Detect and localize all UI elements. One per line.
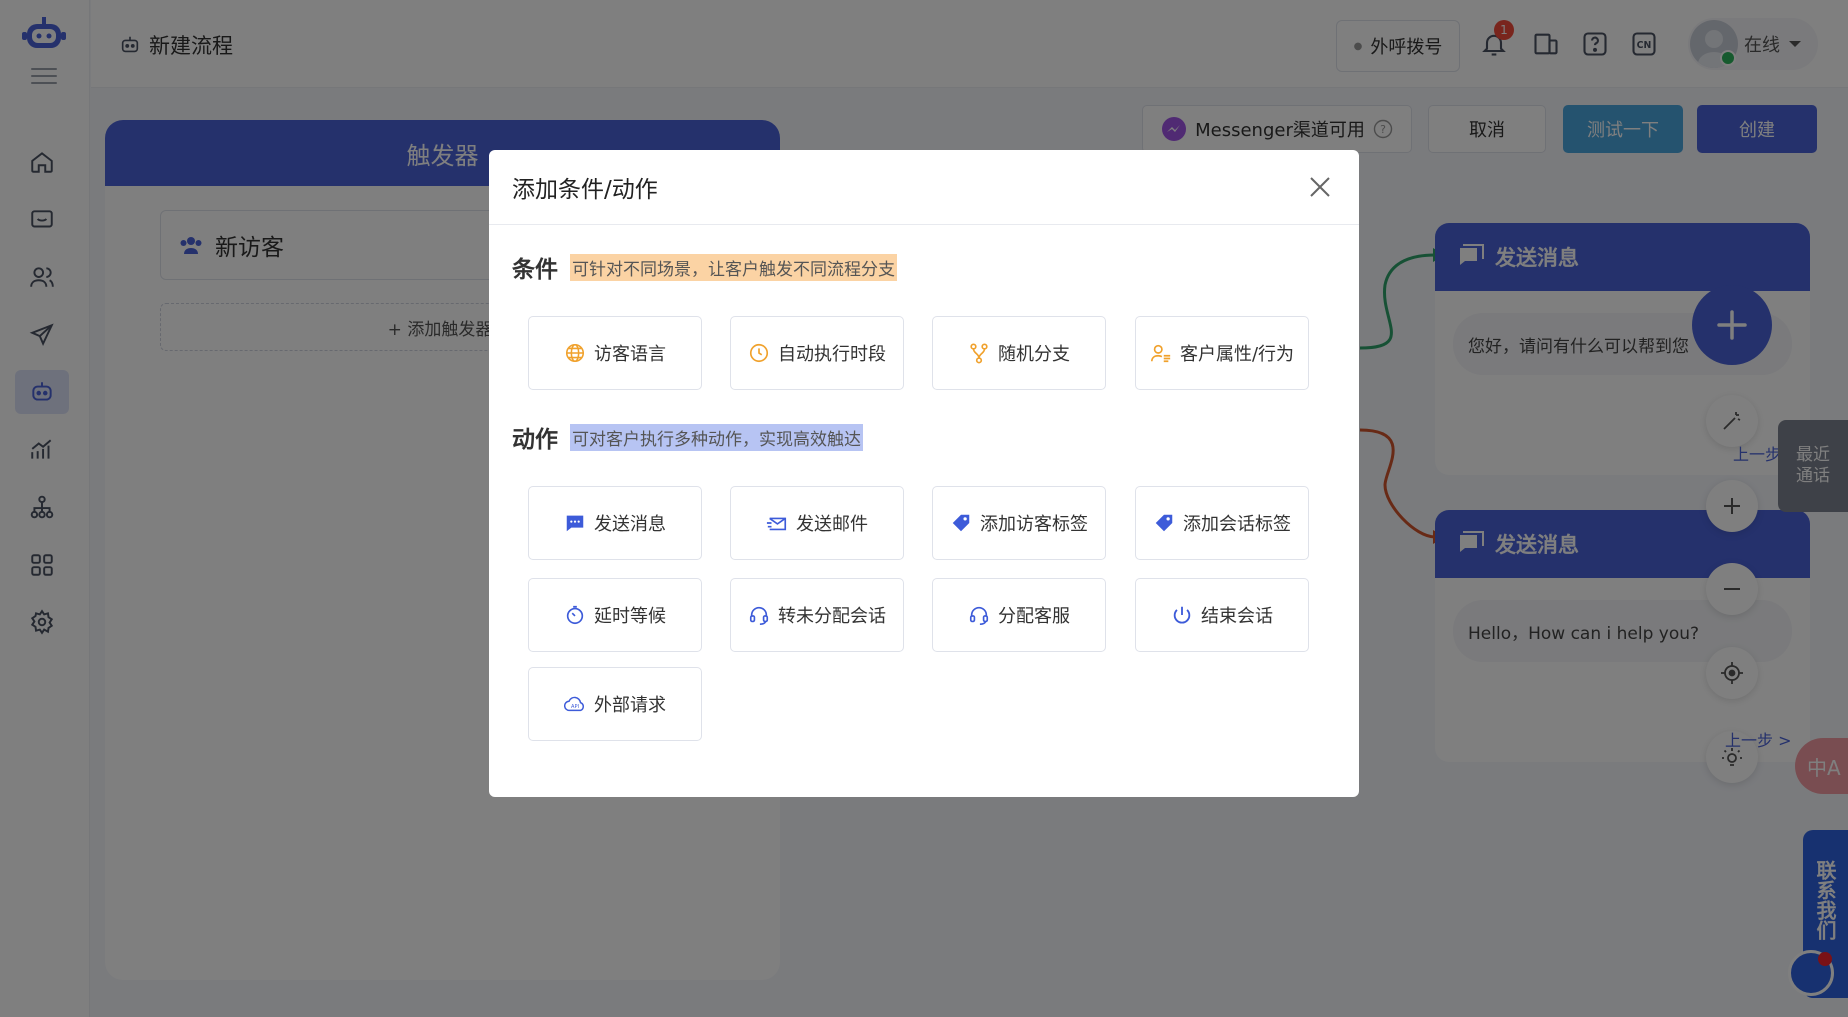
power-icon xyxy=(1173,606,1191,624)
modal-title: 添加条件/动作 xyxy=(512,177,658,203)
card-label: 自动执行时段 xyxy=(778,344,886,365)
tag-icon xyxy=(952,514,970,532)
action-add-conversation-tag[interactable]: 添加会话标签 xyxy=(1135,486,1309,560)
card-label: 访客语言 xyxy=(594,344,666,365)
card-label: 转未分配会话 xyxy=(778,606,886,627)
card-label: 延时等候 xyxy=(594,606,666,627)
actions-title: 动作 xyxy=(512,427,558,453)
close-icon[interactable] xyxy=(1307,174,1333,200)
card-label: 添加会话标签 xyxy=(1183,514,1291,535)
condition-schedule[interactable]: 自动执行时段 xyxy=(730,316,904,390)
timer-icon xyxy=(566,605,584,625)
actions-hint: 可对客户执行多种动作，实现高效触达 xyxy=(570,423,863,451)
tag-icon xyxy=(1155,514,1173,532)
api-cloud-icon: API xyxy=(564,696,584,712)
conditions-section-title: 条件 可针对不同场景，让客户触发不同流程分支 xyxy=(512,250,897,284)
action-transfer-unassigned[interactable]: 转未分配会话 xyxy=(730,578,904,652)
conditions-hint: 可针对不同场景，让客户触发不同流程分支 xyxy=(570,253,897,281)
headset-icon xyxy=(969,606,989,625)
action-send-message[interactable]: 发送消息 xyxy=(528,486,702,560)
condition-visitor-language[interactable]: 访客语言 xyxy=(528,316,702,390)
action-send-email[interactable]: 发送邮件 xyxy=(730,486,904,560)
condition-random-branch[interactable]: 随机分支 xyxy=(932,316,1106,390)
action-assign-agent[interactable]: 分配客服 xyxy=(932,578,1106,652)
action-end-conversation[interactable]: 结束会话 xyxy=(1135,578,1309,652)
message-icon xyxy=(566,515,584,532)
card-label: 添加访客标签 xyxy=(980,514,1088,535)
globe-icon xyxy=(565,343,585,363)
svg-text:API: API xyxy=(571,704,579,710)
card-label: 分配客服 xyxy=(998,606,1070,627)
clock-icon xyxy=(749,343,769,363)
conditions-title: 条件 xyxy=(512,257,558,283)
card-label: 外部请求 xyxy=(594,695,666,716)
add-condition-action-modal: 添加条件/动作 条件 可针对不同场景，让客户触发不同流程分支 访客语言 自动执行… xyxy=(489,150,1359,797)
card-label: 发送邮件 xyxy=(796,514,868,535)
card-label: 结束会话 xyxy=(1201,606,1273,627)
card-label: 客户属性/行为 xyxy=(1179,344,1295,365)
action-delay-wait[interactable]: 延时等候 xyxy=(528,578,702,652)
branch-icon xyxy=(970,343,988,364)
mail-icon xyxy=(766,517,787,531)
user-attribute-icon xyxy=(1150,344,1171,363)
card-label: 发送消息 xyxy=(594,514,666,535)
action-add-visitor-tag[interactable]: 添加访客标签 xyxy=(932,486,1106,560)
action-external-request[interactable]: API 外部请求 xyxy=(528,667,702,741)
card-label: 随机分支 xyxy=(998,344,1070,365)
condition-customer-attribute[interactable]: 客户属性/行为 xyxy=(1135,316,1309,390)
headset-icon xyxy=(749,606,769,625)
actions-section-title: 动作 可对客户执行多种动作，实现高效触达 xyxy=(512,420,863,454)
